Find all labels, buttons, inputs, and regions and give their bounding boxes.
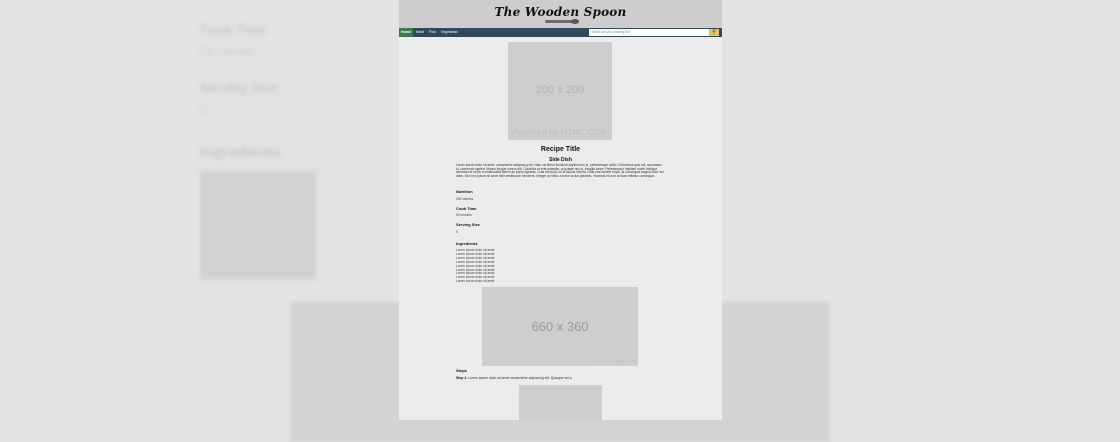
recipe-description: Lorem ipsum dolor sit amet, consectetur … [456,163,664,178]
bg-value-serving-size: 0 [200,104,207,116]
bg-heading-serving-size: Serving Size [200,80,278,95]
nav-item-vegetarian[interactable]: Vegetarian [439,28,460,37]
nav-item-fish[interactable]: Fish [427,28,438,37]
hero-image-size-label: 200 x 200 [535,84,585,96]
wide-image-placeholder: 660 x 360 Powered by HTML.COM [482,287,638,366]
site-logo[interactable]: The Wooden Spoon [399,5,722,19]
nav-item-meat[interactable]: Meat [414,28,426,37]
search-icon: ⚲ [712,29,716,35]
step-item: Step 1: Lorem ipsum dolor sit amet conse… [456,376,572,380]
bg-value-cook-time: 00 minutes [200,46,254,58]
nutrition-label: Nutrition [456,189,473,194]
serving-size-value: 0 [456,230,458,234]
step-prefix: Step 1: [456,376,468,380]
search-input[interactable]: What are you looking for? [589,29,709,36]
wide-image-powered-by: Powered by HTML.COM [594,359,635,363]
ingredients-label: Ingredients [456,241,478,246]
nutrition-value: 000 calories [456,197,474,201]
step-text: Lorem ipsum dolor sit amet consectetur a… [468,376,573,380]
recipe-page: The Wooden Spoon Home Meat Fish Vegetari… [399,0,722,420]
hero-image-placeholder: 200 x 200 Powered by HTML.COM [508,42,612,140]
step-image-placeholder [519,385,602,420]
steps-label: Steps [456,368,467,373]
ingredients-list: Lorem ipsum dolor sit amet Lorem ipsum d… [456,248,495,284]
bg-ingredients-block [200,170,316,280]
bg-heading-cook-time: Cook Time [200,22,267,37]
nav-bar: Home Meat Fish Vegetarian What are you l… [399,28,722,37]
search-button[interactable]: ⚲ [709,29,719,36]
cook-time-value: 00 minutes [456,213,472,217]
serving-size-label: Serving Size [456,222,480,227]
recipe-title: Recipe Title [540,146,581,153]
nav-item-home[interactable]: Home [399,28,413,37]
site-header: The Wooden Spoon [399,0,722,28]
wide-image-size-label: 660 x 360 [531,319,589,334]
list-item: Lorem ipsum dolor sit amet [456,279,495,284]
cook-time-label: Cook Time [456,206,477,211]
bg-heading-ingredients: Ingredients [200,144,281,161]
hero-image-powered-by: Powered by HTML.COM [512,128,608,137]
wooden-spoon-icon [545,19,579,24]
